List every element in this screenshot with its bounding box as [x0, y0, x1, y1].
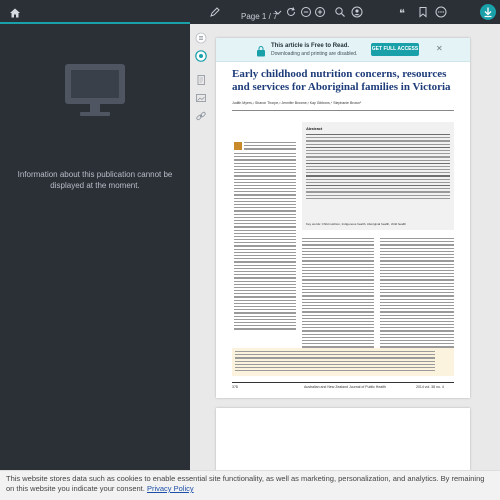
- link-icon[interactable]: [195, 110, 207, 122]
- more-icon[interactable]: [435, 6, 447, 18]
- cookie-consent-bar: This website stores data such as cookies…: [0, 470, 500, 500]
- quote-icon[interactable]: ❝: [398, 6, 410, 18]
- privacy-policy-link[interactable]: Privacy Policy: [147, 484, 194, 493]
- home-icon[interactable]: [9, 6, 21, 18]
- banner-title: This article is Free to Read.: [271, 43, 350, 49]
- zoom-out-icon[interactable]: [300, 6, 312, 18]
- pdf-page: This article is Free to Read. Downloadin…: [216, 38, 470, 398]
- body-column-3: [380, 238, 454, 350]
- abstract-heading: Abstract: [306, 126, 323, 131]
- user-icon[interactable]: [351, 6, 363, 18]
- title-divider: [232, 110, 454, 111]
- zoom-in-icon[interactable]: [314, 6, 326, 18]
- monitor-icon: [62, 58, 128, 124]
- footer-divider: [232, 382, 454, 383]
- image-icon[interactable]: [195, 92, 207, 104]
- close-icon[interactable]: ✕: [436, 44, 443, 53]
- outline-icon[interactable]: [195, 50, 207, 62]
- download-icon[interactable]: [480, 4, 496, 20]
- search-icon[interactable]: [334, 6, 346, 18]
- drop-cap: [234, 142, 242, 150]
- unavailable-message: Information about this publication canno…: [17, 170, 173, 190]
- pen-icon[interactable]: [209, 6, 221, 18]
- article-title: Early childhood nutrition concerns, reso…: [232, 68, 451, 93]
- keywords: Key words: Child nutrition, Indigenous h…: [306, 222, 407, 226]
- publication-info-panel: Information about this publication canno…: [0, 24, 190, 470]
- abstract-box: Abstract Key words: Child nutrition, Ind…: [302, 122, 454, 230]
- body-column-1-top: [244, 142, 296, 152]
- free-to-read-banner: This article is Free to Read. Downloadin…: [216, 38, 470, 62]
- menu-icon[interactable]: [195, 32, 207, 44]
- cookie-text: This website stores data such as cookies…: [6, 474, 485, 493]
- svg-text:❝: ❝: [399, 7, 405, 18]
- document-icon[interactable]: [195, 74, 207, 86]
- journal-issue: 2014 vol. 38 no. 4: [416, 385, 444, 389]
- journal-name: Australian and New Zealand Journal of Pu…: [304, 385, 386, 389]
- cookie-text-wrapper: This website stores data such as cookies…: [6, 474, 494, 494]
- chevron-down-icon[interactable]: [272, 6, 284, 18]
- top-toolbar: Page 1 / 7 ❝: [0, 0, 500, 24]
- lock-icon: [256, 44, 266, 57]
- get-full-access-button[interactable]: GET FULL ACCESS: [371, 43, 419, 56]
- body-column-2: [302, 238, 374, 350]
- affiliation-footnote: [232, 348, 454, 376]
- page-number: 378: [232, 385, 238, 389]
- refresh-icon[interactable]: [285, 6, 297, 18]
- article-authors: Judith Myers,¹ Sharon Thorpe,² Jennifer …: [232, 101, 362, 105]
- banner-subtitle: Downloading and printing are disabled.: [271, 51, 358, 57]
- bookmark-icon[interactable]: [417, 6, 429, 18]
- document-viewer[interactable]: This article is Free to Read. Downloadin…: [190, 24, 500, 488]
- body-column-1: [234, 153, 296, 332]
- side-tool-strip: [193, 30, 209, 122]
